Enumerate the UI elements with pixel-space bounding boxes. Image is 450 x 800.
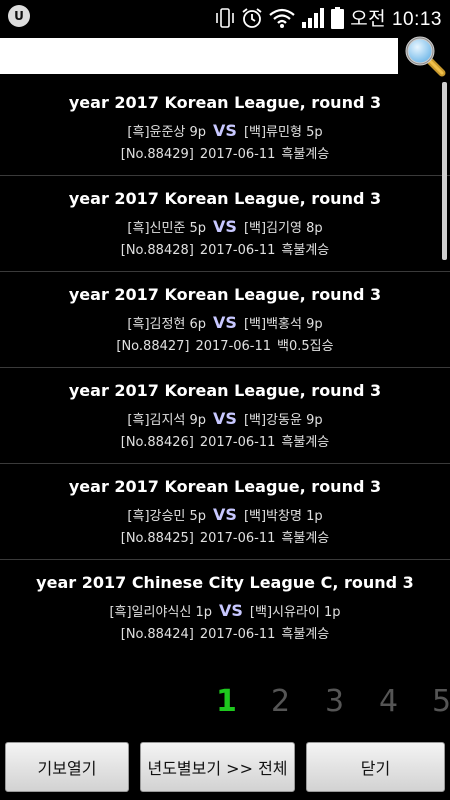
game-item[interactable]: year 2017 Korean League, round 3 [흑]신민준 …	[0, 176, 450, 272]
page-4[interactable]: 4	[379, 684, 398, 719]
game-number: [No.88429]	[120, 147, 194, 162]
game-item[interactable]: year 2017 Korean League, round 3 [흑]김정현 …	[0, 272, 450, 368]
game-meta: [No.88426] 2017-06-11 흑불계승	[0, 432, 450, 454]
game-number: [No.88424]	[120, 627, 194, 642]
game-meta: [No.88424] 2017-06-11 흑불계승	[0, 624, 450, 646]
game-result: 백0.5집승	[277, 339, 334, 354]
game-meta: [No.88427] 2017-06-11 백0.5집승	[0, 336, 450, 358]
list-scrollbar[interactable]	[442, 82, 447, 260]
black-player: [흑]강승민 5p	[127, 509, 207, 524]
page-5[interactable]: 5	[432, 684, 450, 719]
vs-label: VS	[213, 409, 237, 428]
game-item[interactable]: year 2017 Korean League, round 3 [흑]강승민 …	[0, 464, 450, 560]
alarm-icon	[241, 7, 263, 29]
white-player: [백]류민형 5p	[243, 125, 323, 140]
game-players: [흑]강승민 5p VS [백]박창명 1p	[0, 500, 450, 528]
game-item[interactable]: year 2017 Korean League, round 3 [흑]김지석 …	[0, 368, 450, 464]
game-players: [흑]일리야식신 1p VS [백]시유라이 1p	[0, 596, 450, 624]
vs-label: VS	[213, 217, 237, 236]
vs-label: VS	[219, 601, 243, 620]
search-bar	[0, 32, 450, 80]
status-bar: U 오전 10:13	[0, 0, 450, 32]
game-result: 흑불계승	[281, 531, 330, 546]
search-input[interactable]	[0, 38, 398, 74]
game-number: [No.88428]	[120, 243, 194, 258]
vibrate-icon	[215, 7, 235, 29]
page-3[interactable]: 3	[325, 684, 344, 719]
white-player: [백]김기영 8p	[243, 221, 323, 236]
game-date: 2017-06-11	[199, 147, 276, 162]
white-player: [백]백홍석 9p	[243, 317, 323, 332]
game-title: year 2017 Korean League, round 3	[68, 285, 382, 304]
search-icon	[405, 36, 446, 77]
pager: 1 2 3 4 5	[0, 680, 450, 730]
signal-icon	[301, 7, 325, 29]
game-result: 흑불계승	[281, 243, 330, 258]
black-player: [흑]윤준상 9p	[127, 125, 207, 140]
game-result: 흑불계승	[281, 627, 330, 642]
white-player: [백]시유라이 1p	[249, 605, 341, 620]
game-result: 흑불계승	[281, 147, 330, 162]
game-number: [No.88426]	[120, 435, 194, 450]
game-players: [흑]김지석 9p VS [백]강동윤 9p	[0, 404, 450, 432]
game-number: [No.88425]	[120, 531, 194, 546]
game-title: year 2017 Chinese City League C, round 3	[36, 573, 414, 592]
game-item[interactable]: year 2017 Korean League, round 3 [흑]윤준상 …	[0, 80, 450, 176]
game-players: [흑]김정현 6p VS [백]백홍석 9p	[0, 308, 450, 336]
vs-label: VS	[213, 121, 237, 140]
game-result: 흑불계승	[281, 435, 330, 450]
wifi-icon	[269, 7, 295, 29]
open-record-button[interactable]: 기보열기	[5, 742, 129, 792]
game-meta: [No.88425] 2017-06-11 흑불계승	[0, 528, 450, 550]
status-left: U	[8, 5, 30, 27]
game-date: 2017-06-11	[199, 243, 276, 258]
game-date: 2017-06-11	[199, 435, 276, 450]
game-meta: [No.88428] 2017-06-11 흑불계승	[0, 240, 450, 262]
black-player: [흑]일리야식신 1p	[109, 605, 213, 620]
game-title: year 2017 Korean League, round 3	[68, 93, 382, 112]
game-title: year 2017 Korean League, round 3	[68, 381, 382, 400]
game-players: [흑]윤준상 9p VS [백]류민형 5p	[0, 116, 450, 144]
game-title: year 2017 Korean League, round 3	[68, 189, 382, 208]
game-title: year 2017 Korean League, round 3	[68, 477, 382, 496]
game-meta: [No.88429] 2017-06-11 흑불계승	[0, 144, 450, 166]
year-view-button[interactable]: 년도별보기 >> 전체	[140, 742, 295, 792]
page-2[interactable]: 2	[271, 684, 290, 719]
page-1[interactable]: 1	[216, 684, 237, 719]
search-button[interactable]	[402, 34, 448, 78]
game-item[interactable]: year 2017 Chinese City League C, round 3…	[0, 560, 450, 656]
vs-label: VS	[213, 505, 237, 524]
game-list[interactable]: year 2017 Korean League, round 3 [흑]윤준상 …	[0, 80, 450, 680]
clock: 오전 10:13	[350, 9, 442, 30]
game-number: [No.88427]	[116, 339, 190, 354]
game-players: [흑]신민준 5p VS [백]김기영 8p	[0, 212, 450, 240]
white-player: [백]박창명 1p	[243, 509, 323, 524]
status-right: 오전 10:13	[215, 4, 442, 31]
app-notification-icon: U	[8, 5, 30, 27]
black-player: [흑]김지석 9p	[127, 413, 207, 428]
game-date: 2017-06-11	[199, 531, 276, 546]
black-player: [흑]신민준 5p	[127, 221, 207, 236]
game-date: 2017-06-11	[195, 339, 272, 354]
vs-label: VS	[213, 313, 237, 332]
white-player: [백]강동윤 9p	[243, 413, 323, 428]
game-date: 2017-06-11	[199, 627, 276, 642]
black-player: [흑]김정현 6p	[127, 317, 207, 332]
close-button[interactable]: 닫기	[306, 742, 445, 792]
battery-icon	[331, 6, 345, 29]
bottom-bar: 기보열기 년도별보기 >> 전체 닫기	[0, 740, 450, 800]
